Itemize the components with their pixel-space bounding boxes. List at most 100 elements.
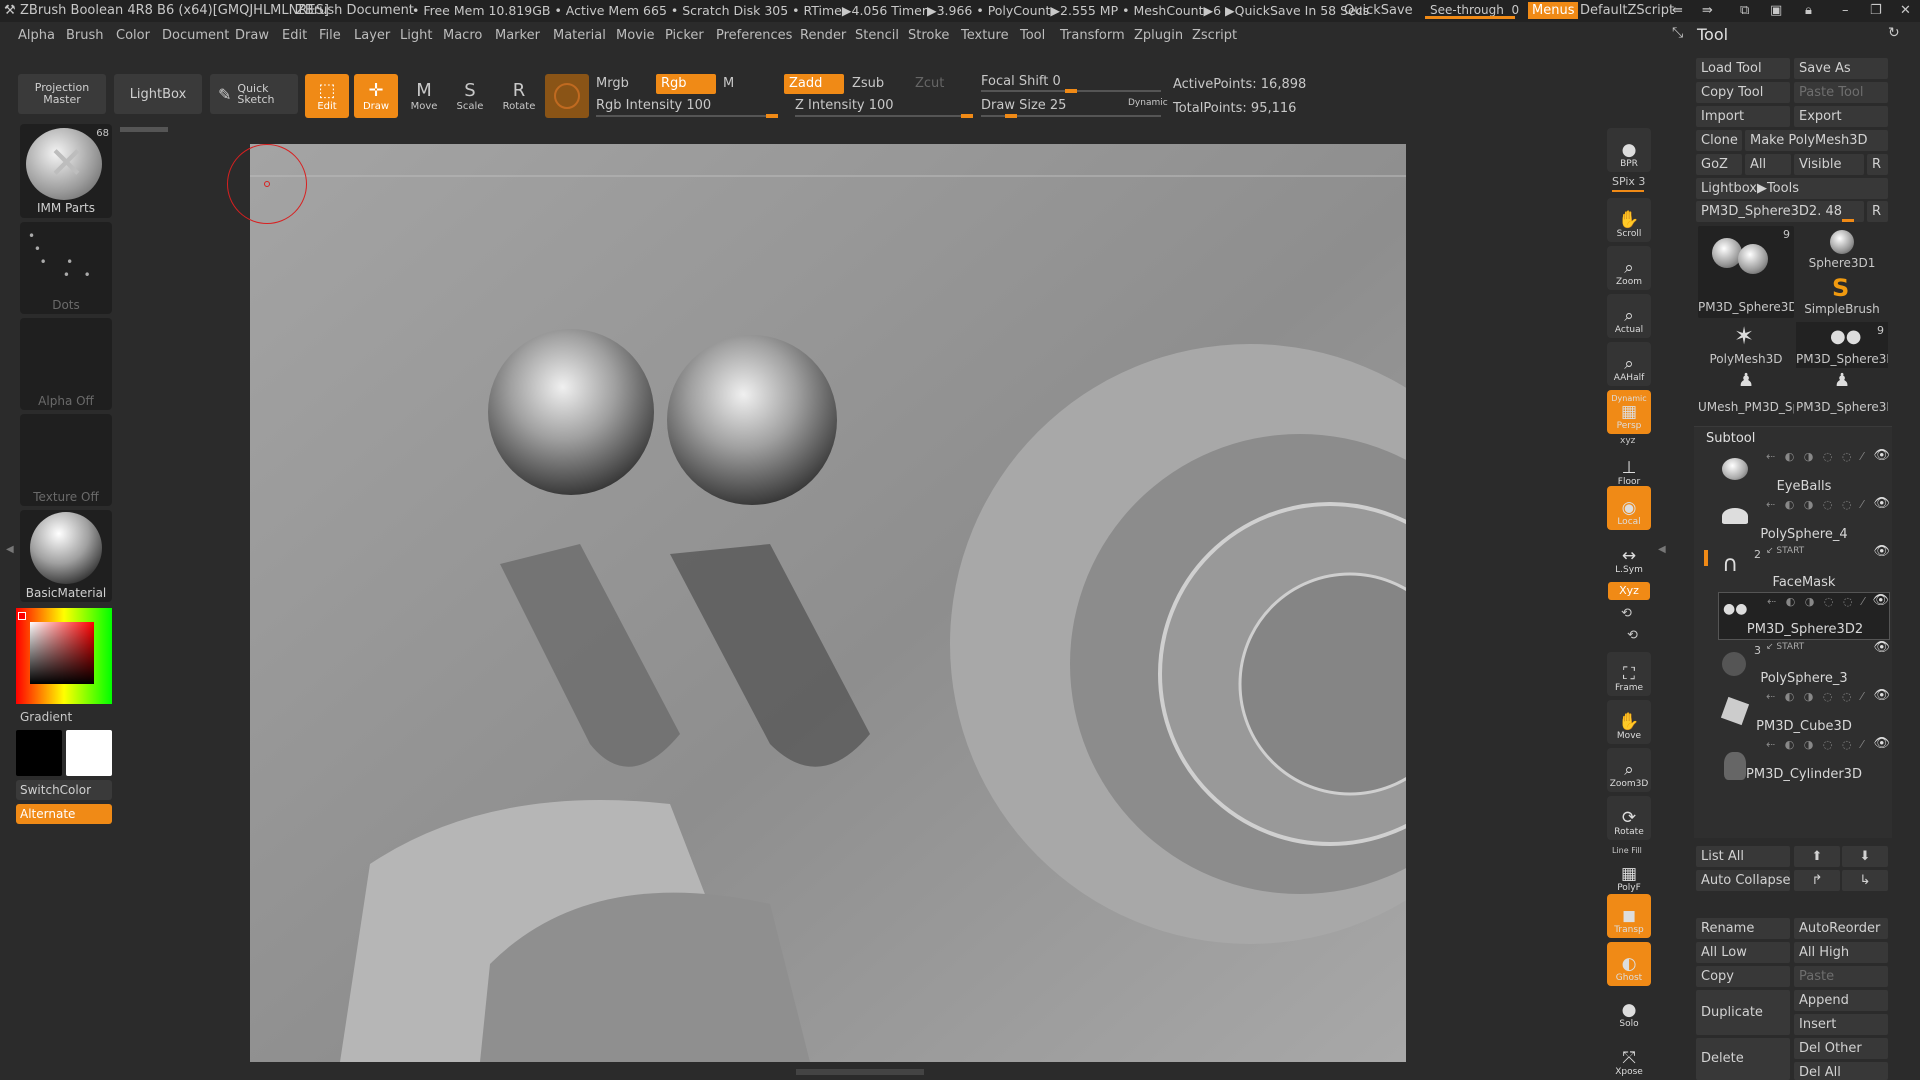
frame-button[interactable]: ⛶ Frame (1607, 652, 1651, 696)
subtool-start-label[interactable]: ↙ START (1766, 642, 1804, 652)
subtool-row-pm3d-cube3d[interactable]: ⇠ ◐ ◑ ◌ ◌ ⁄ 👁︎ PM3D_Cube3D (1718, 688, 1890, 736)
menu-movie[interactable]: Movie (616, 28, 654, 43)
rotate-y-icon[interactable]: ⟲ (1621, 606, 1632, 621)
menu-brush[interactable]: Brush (66, 28, 104, 43)
left-collapse-icon[interactable]: ◀ (6, 544, 14, 555)
menu-file[interactable]: File (319, 28, 341, 43)
insert-button[interactable]: Insert (1794, 1014, 1888, 1035)
color-sv-square[interactable] (30, 622, 94, 684)
rotate3d-button[interactable]: ⟳ Rotate (1607, 796, 1651, 840)
see-through-slider[interactable]: See-through 0 (1430, 3, 1519, 17)
material-selector[interactable]: BasicMaterial (20, 510, 112, 602)
move-up-icon[interactable]: ⬆ (1794, 846, 1840, 867)
bottom-collapse-icon[interactable] (796, 1069, 924, 1075)
save-as-button[interactable]: Save As (1794, 58, 1888, 79)
export-button[interactable]: Export (1794, 106, 1888, 127)
primary-color-swatch[interactable] (66, 730, 112, 776)
visibility-eye-icon[interactable]: 👁︎ (1873, 736, 1890, 751)
edit-button[interactable]: ⬚ Edit (305, 74, 349, 118)
menu-texture[interactable]: Texture (961, 28, 1009, 43)
viewport-canvas[interactable] (250, 144, 1406, 1062)
menu-color[interactable]: Color (116, 28, 150, 43)
copy-button[interactable]: Copy (1696, 966, 1790, 987)
rgb-intensity-slider[interactable]: Rgb Intensity 100 (596, 98, 711, 113)
subtool-controls[interactable]: ⇠ ◐ ◑ ◌ ◌ ⁄ (1766, 690, 1890, 704)
move-button[interactable]: M Move (402, 74, 446, 118)
menus-button[interactable]: Menus (1528, 2, 1579, 19)
menu-alpha[interactable]: Alpha (18, 28, 55, 43)
polyf-button[interactable]: ▦ PolyF (1607, 852, 1651, 896)
sphere-left[interactable] (488, 329, 654, 495)
tool-panel-refresh-icon[interactable]: ↻ (1888, 25, 1900, 41)
import-button[interactable]: Import (1696, 106, 1790, 127)
stroke-selector[interactable]: • • • • • • Dots (20, 222, 112, 314)
visibility-eye-icon[interactable]: 👁︎ (1873, 640, 1890, 655)
rename-button[interactable]: Rename (1696, 918, 1790, 939)
all-high-button[interactable]: All High (1794, 942, 1888, 963)
spix-slider[interactable]: SPix 3 (1612, 175, 1645, 188)
z-intensity-slider[interactable]: Z Intensity 100 (795, 98, 894, 113)
menu-edit[interactable]: Edit (282, 28, 307, 43)
persp-button[interactable]: Dynamic ▦ Persp (1607, 390, 1651, 434)
draw-size-slider[interactable]: Draw Size 25 (981, 98, 1066, 113)
draw-button[interactable]: ✛ Draw (354, 74, 398, 118)
subtool-row-polysphere3[interactable]: 3 ↙ START 👁︎ PolySphere_3 (1718, 640, 1890, 688)
dynamic-toggle[interactable]: Dynamic (1128, 98, 1168, 108)
actual-button[interactable]: ⌕ Actual (1607, 294, 1651, 338)
goz-r-button[interactable]: R (1867, 154, 1888, 175)
transp-button[interactable]: ◼ Transp (1607, 894, 1651, 938)
brush-selector[interactable]: ✕ 68 IMM Parts (20, 124, 112, 218)
subtool-controls[interactable]: ⇠ ◐ ◑ ◌ ◌ ⁄ (1766, 498, 1890, 512)
tool-thumb-umesh[interactable]: ♟ UMesh_PM3D_Sp (1698, 370, 1794, 416)
list-all-button[interactable]: List All (1696, 846, 1790, 867)
zadd-toggle[interactable]: Zadd (784, 74, 844, 94)
sphere-right[interactable] (667, 335, 837, 505)
append-button[interactable]: Append (1794, 990, 1888, 1011)
floor-button[interactable]: ⊥ Floor (1607, 446, 1651, 490)
secondary-color-swatch[interactable] (16, 730, 62, 776)
aahalf-button[interactable]: ⌕ AAHalf (1607, 342, 1651, 386)
subtool-row-polysphere4[interactable]: ⇠ ◐ ◑ ◌ ◌ ⁄ 👁︎ PolySphere_4 (1718, 496, 1890, 544)
gradient-label[interactable]: Gradient (20, 710, 72, 724)
subtool-controls[interactable]: ⇠ ◐ ◑ ◌ ◌ ⁄ (1766, 738, 1890, 752)
window2-icon[interactable]: ▣ (1770, 3, 1782, 18)
close-icon[interactable]: ✕ (1900, 3, 1911, 18)
current-tool-slider[interactable]: PM3D_Sphere3D2. 48 (1696, 201, 1864, 222)
projection-master-button[interactable]: Projection Master (18, 74, 106, 114)
local-button[interactable]: ◉ Local (1607, 486, 1651, 530)
visibility-eye-icon[interactable]: 👁︎ (1873, 688, 1890, 703)
arrow-down-icon[interactable]: ↳ (1842, 870, 1888, 891)
layout-icon[interactable]: ⇚ (1672, 3, 1683, 18)
menu-preferences[interactable]: Preferences (716, 28, 792, 43)
current-tool-r-button[interactable]: R (1867, 201, 1888, 222)
move-down-icon[interactable]: ⬇ (1842, 846, 1888, 867)
zcut-toggle[interactable]: Zcut (915, 76, 944, 91)
tool-thumb-simplebrush[interactable]: S SimpleBrush (1796, 274, 1888, 318)
rotate-z-icon[interactable]: ⟲ (1627, 628, 1638, 643)
menu-layer[interactable]: Layer (354, 28, 390, 43)
menu-picker[interactable]: Picker (665, 28, 704, 43)
tool-thumb-sphere3d1[interactable]: Sphere3D1 (1796, 226, 1888, 274)
goz-button[interactable]: GoZ (1696, 154, 1742, 175)
tool-thumb-polymesh3d[interactable]: ✶ PolyMesh3D (1698, 322, 1794, 368)
subtool-start-label[interactable]: ↙ START (1766, 546, 1804, 556)
move3d-button[interactable]: ✋ Move (1607, 700, 1651, 744)
lock-icon[interactable]: 🔒︎ (1805, 3, 1812, 18)
goz-all-button[interactable]: All (1745, 154, 1791, 175)
tool-panel-pin-icon[interactable]: ⤡ (1672, 25, 1683, 41)
subtool-row-pm3d-sphere3d2[interactable]: ●● ⇠ ◐ ◑ ◌ ◌ ⁄ 👁︎ PM3D_Sphere3D2 (1718, 592, 1890, 640)
menu-zscript[interactable]: Zscript (1192, 28, 1237, 43)
right-collapse-icon[interactable]: ◀ (1658, 544, 1666, 555)
zoom3d-button[interactable]: ⌕ Zoom3D (1607, 748, 1651, 792)
menu-render[interactable]: Render (800, 28, 846, 43)
auto-collapse-button[interactable]: Auto Collapse (1696, 870, 1790, 891)
texture-selector[interactable]: Texture Off (20, 414, 112, 506)
visible-button[interactable]: Visible (1794, 154, 1864, 175)
switchcolor-button[interactable]: SwitchColor (16, 780, 112, 800)
menu-stroke[interactable]: Stroke (908, 28, 949, 43)
m-toggle[interactable]: M (723, 76, 734, 91)
visibility-eye-icon[interactable]: 👁︎ (1873, 448, 1890, 463)
solo-button[interactable]: ● Solo (1607, 988, 1651, 1032)
subtool-controls[interactable]: ⇠ ◐ ◑ ◌ ◌ ⁄ (1766, 450, 1890, 464)
copy-tool-button[interactable]: Copy Tool (1696, 82, 1790, 103)
